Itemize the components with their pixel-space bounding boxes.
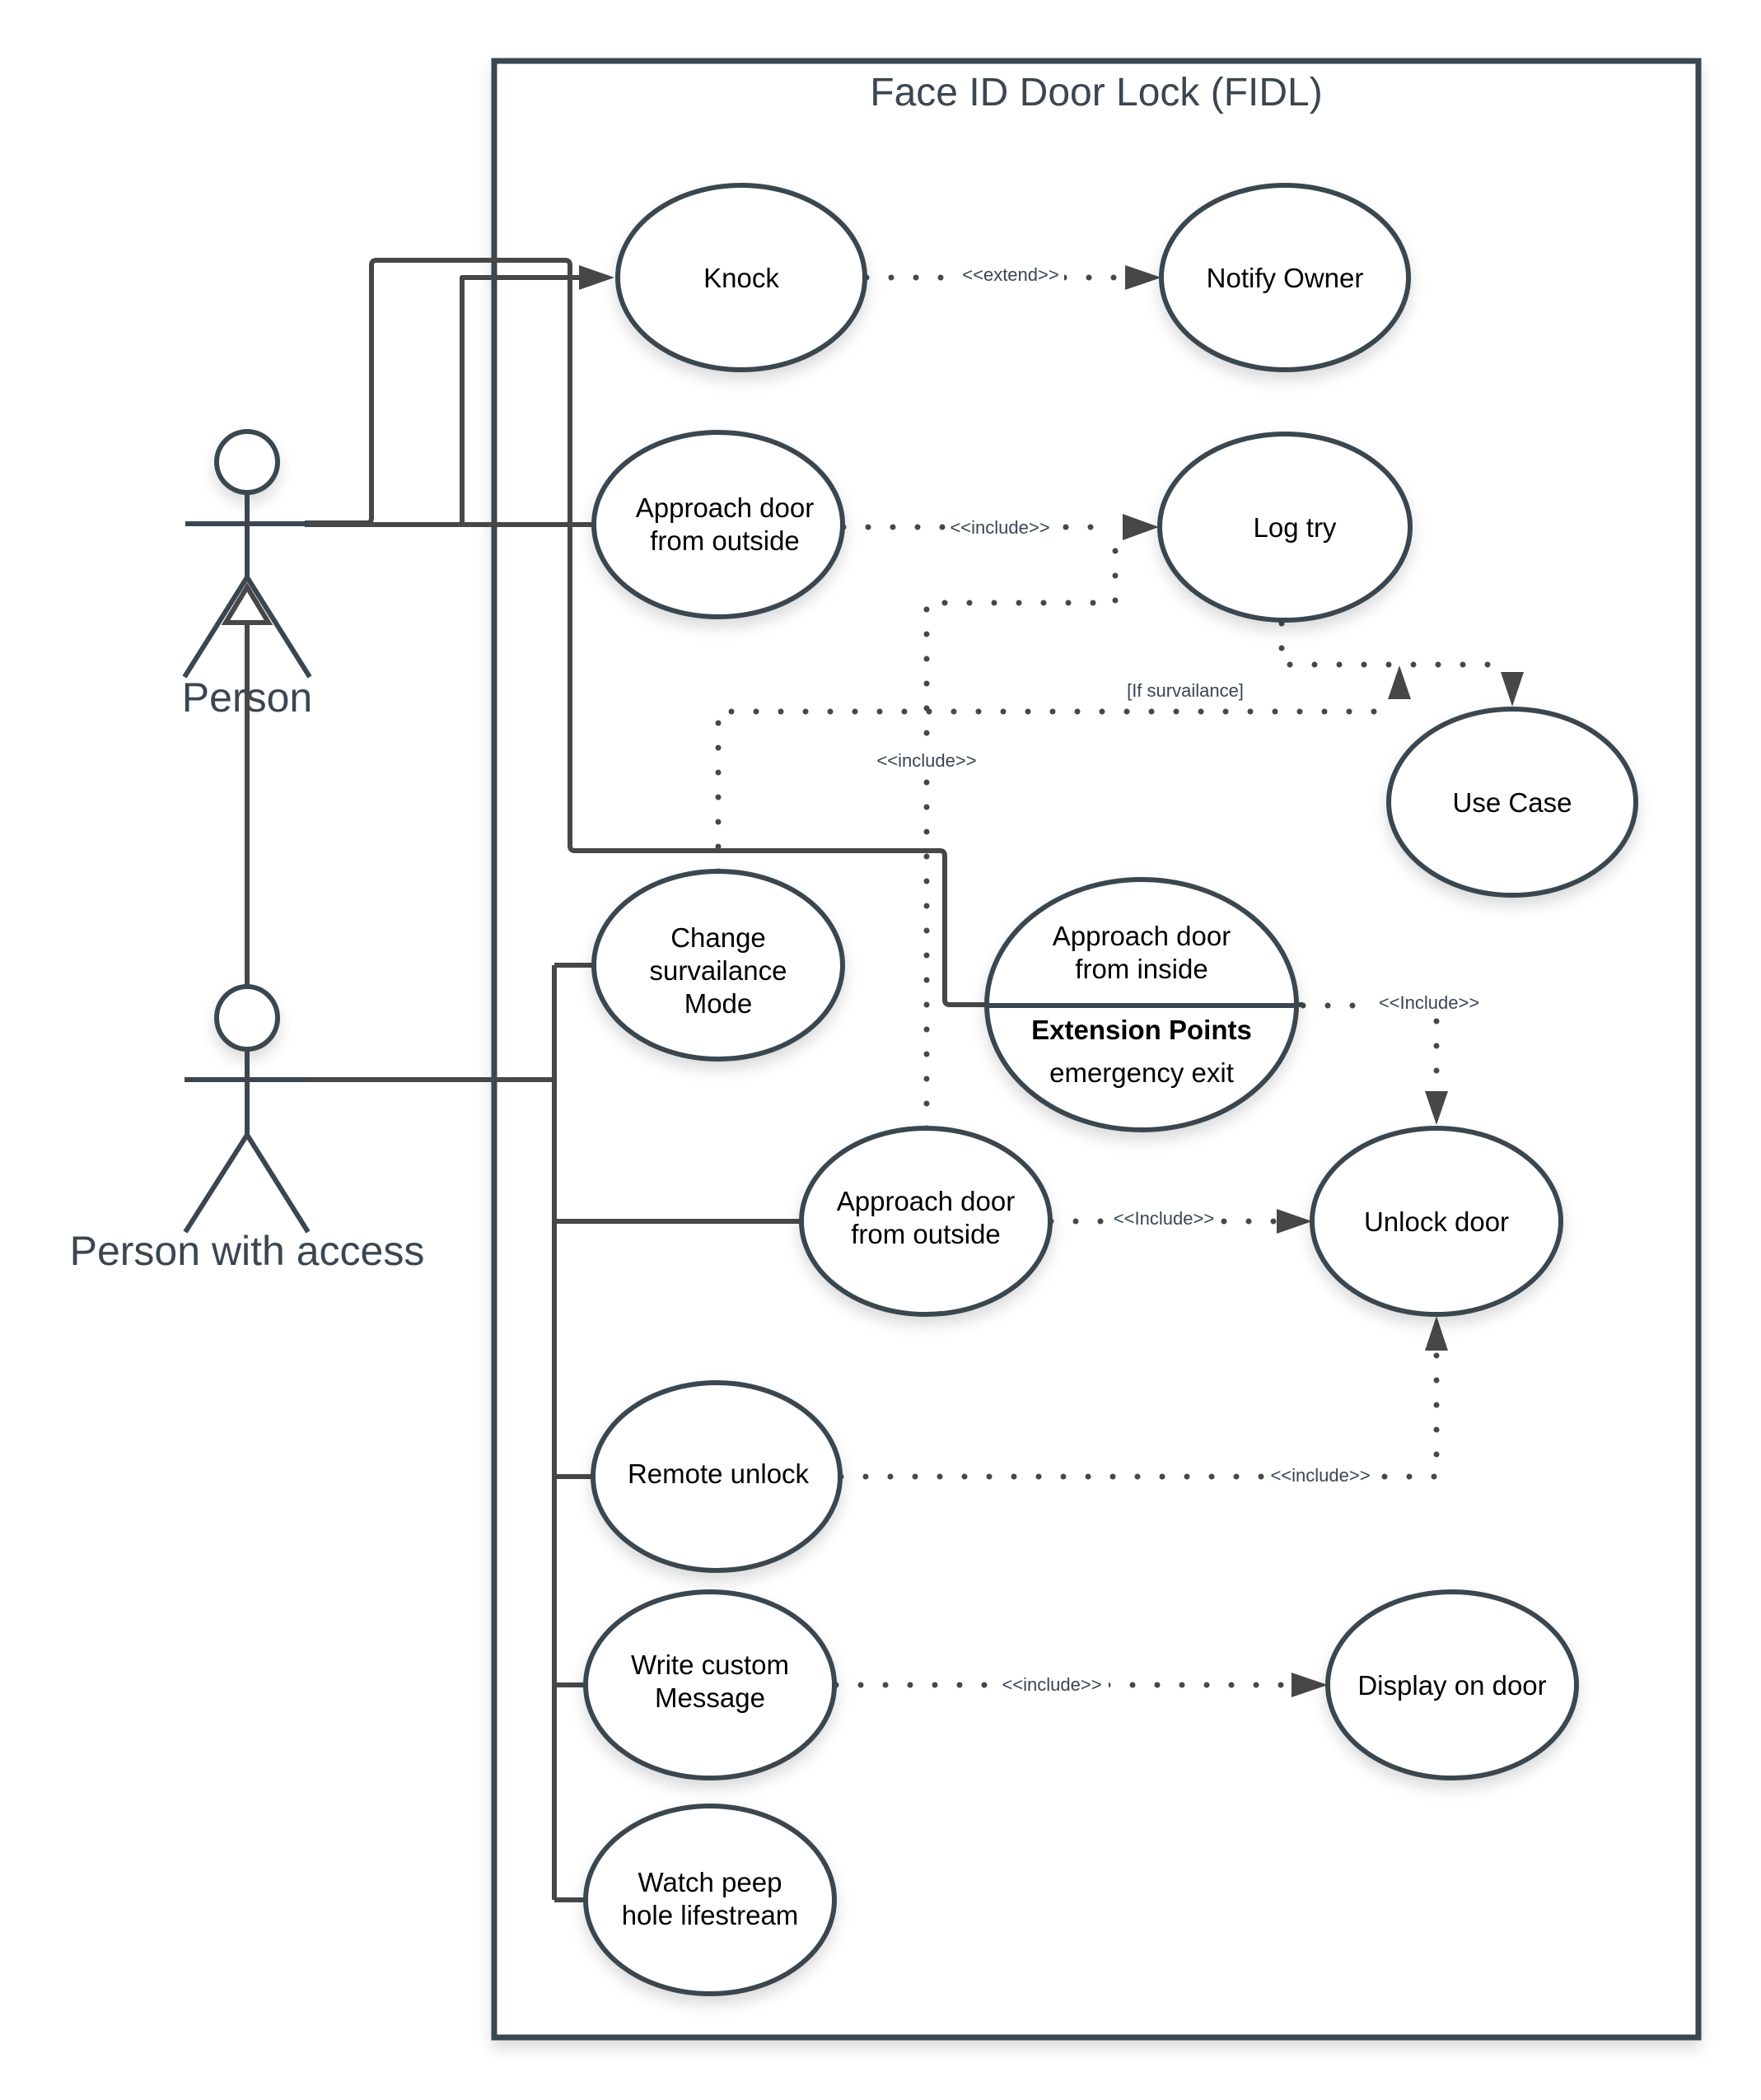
- extension-points-title: Extension Points: [1031, 1015, 1252, 1045]
- svg-text:Display on door: Display on door: [1357, 1670, 1546, 1701]
- svg-text:Unlock door: Unlock door: [1364, 1206, 1509, 1237]
- actor-person-with-access[interactable]: Person with access: [70, 984, 425, 1274]
- use-case-knock[interactable]: Knock: [615, 183, 867, 372]
- use-case-approach-outside-2[interactable]: Approach door from outside: [799, 1126, 1053, 1317]
- use-case-change-survailance[interactable]: Change survailance Mode: [591, 869, 845, 1062]
- svg-text:from outside: from outside: [851, 1219, 1001, 1249]
- svg-text:from outside: from outside: [650, 525, 800, 556]
- use-case-remote-unlock[interactable]: Remote unlock: [591, 1380, 843, 1573]
- svg-text:Message: Message: [655, 1682, 765, 1713]
- extension-point-emergency-exit: emergency exit: [1049, 1057, 1234, 1088]
- svg-text:survailance: survailance: [650, 955, 787, 986]
- use-case-diagram: Face ID Door Lock (FIDL) <<extend>> <<in…: [70, 58, 1702, 2041]
- actor-left-leg: [183, 1133, 250, 1234]
- label-if-survailance: [If survailance]: [1127, 680, 1244, 701]
- use-case-unlock-door[interactable]: Unlock door: [1310, 1126, 1563, 1317]
- use-case-approach-inside[interactable]: Approach door from inside Extension Poin…: [984, 877, 1299, 1132]
- svg-text:Approach door: Approach door: [1053, 921, 1231, 951]
- svg-text:Use Case: Use Case: [1453, 787, 1572, 818]
- svg-text:Approach door: Approach door: [837, 1186, 1015, 1216]
- svg-text:Watch peep: Watch peep: [638, 1867, 782, 1897]
- svg-text:hole lifestream: hole lifestream: [622, 1900, 799, 1930]
- svg-text:Write custom: Write custom: [631, 1650, 789, 1680]
- label-include-approach1: <<include>>: [950, 517, 1049, 538]
- use-case-write-message[interactable]: Write custom Message: [583, 1589, 837, 1780]
- label-include-write-display: <<include>>: [1002, 1674, 1101, 1695]
- use-case-use-case[interactable]: Use Case: [1386, 707, 1638, 898]
- svg-text:Notify Owner: Notify Owner: [1207, 263, 1364, 293]
- actor-head-icon: [214, 429, 280, 495]
- system-title: Face ID Door Lock (FIDL): [870, 71, 1322, 114]
- label-include-approach2-logtry: <<include>>: [876, 750, 976, 771]
- actor-label-person-with-access: Person with access: [70, 1228, 425, 1274]
- svg-text:Remote unlock: Remote unlock: [628, 1458, 810, 1489]
- label-include-approach-inside: <<Include>>: [1379, 992, 1479, 1013]
- label-extend: <<extend>>: [962, 264, 1058, 285]
- svg-text:from inside: from inside: [1075, 954, 1207, 984]
- generalization-person-with-access-to-person[interactable]: [221, 582, 273, 987]
- label-include-remote-unlock: <<include>>: [1270, 1465, 1370, 1486]
- use-case-notify-owner[interactable]: Notify Owner: [1159, 183, 1411, 372]
- svg-text:Change: Change: [670, 922, 766, 953]
- svg-text:Approach door: Approach door: [636, 492, 814, 523]
- svg-text:Log try: Log try: [1254, 512, 1337, 543]
- actor-right-leg: [245, 576, 312, 679]
- actor-head-icon: [214, 984, 280, 1052]
- use-case-watch-peephole[interactable]: Watch peep hole lifestream: [583, 1804, 837, 1996]
- actor-right-leg: [245, 1133, 311, 1234]
- label-include-approach2-unlock: <<Include>>: [1114, 1208, 1214, 1229]
- use-case-approach-outside-1[interactable]: Approach door from outside: [591, 430, 845, 619]
- actor-left-leg: [182, 576, 250, 679]
- svg-text:Mode: Mode: [684, 988, 753, 1019]
- svg-text:Knock: Knock: [703, 263, 779, 293]
- use-case-display-on-door[interactable]: Display on door: [1325, 1589, 1579, 1780]
- use-case-log-try[interactable]: Log try: [1157, 432, 1413, 623]
